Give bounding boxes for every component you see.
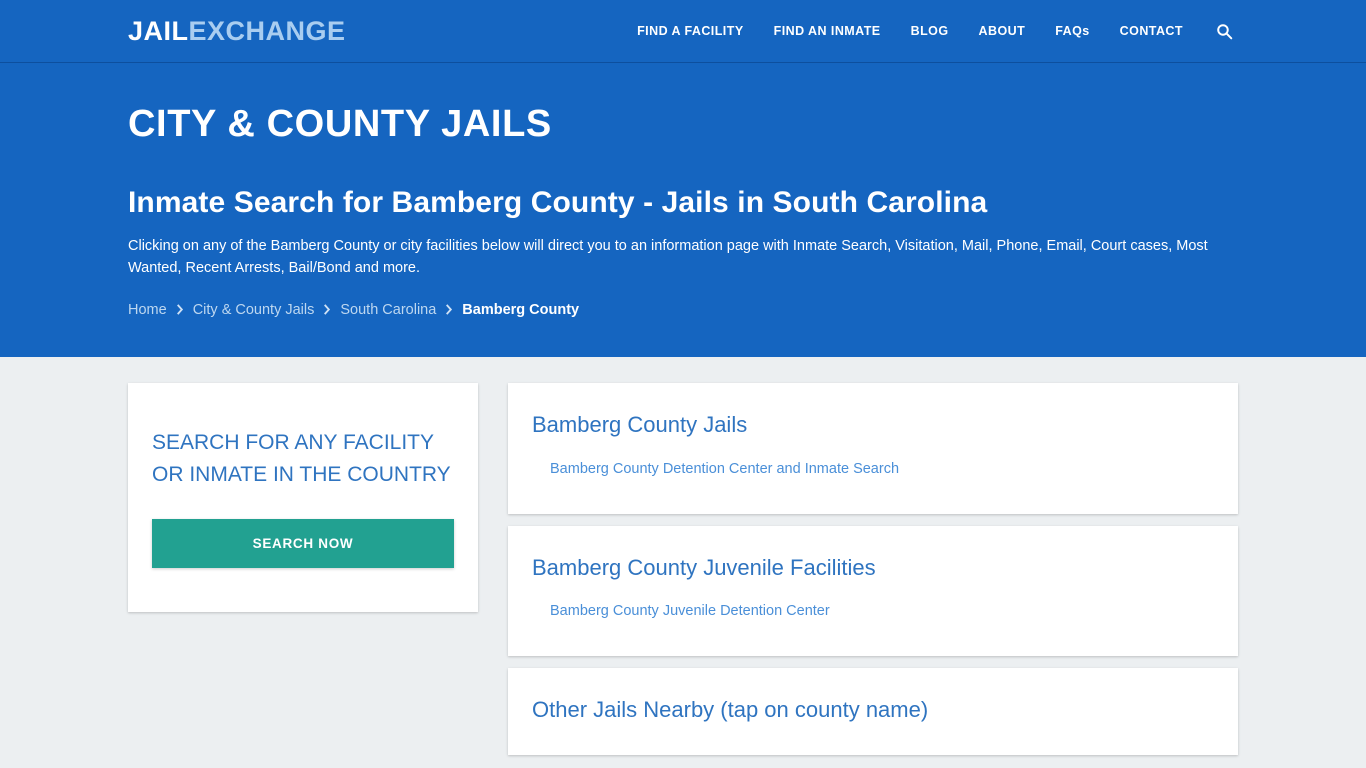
nav-item-contact[interactable]: CONTACT: [1105, 0, 1198, 63]
facility-card-juvenile: Bamberg County Juvenile Facilities Bambe…: [508, 525, 1238, 657]
nav-item-find-an-inmate[interactable]: FIND AN INMATE: [759, 0, 896, 63]
list-item: Bamberg County Juvenile Detention Center: [550, 602, 1214, 620]
site-header: JAILEXCHANGE FIND A FACILITY FIND AN INM…: [0, 0, 1366, 63]
main-navigation: FIND A FACILITY FIND AN INMATE BLOG ABOU…: [622, 0, 1238, 63]
logo-text-jail: JAIL: [128, 16, 189, 46]
facility-list: Bamberg County Jails Bamberg County Dete…: [508, 383, 1238, 755]
search-now-button[interactable]: SEARCH NOW: [152, 518, 454, 568]
facility-card-nearby: Other Jails Nearby (tap on county name): [508, 668, 1238, 755]
facility-card-title: Other Jails Nearby (tap on county name): [532, 697, 929, 723]
search-toggle-button[interactable]: [1198, 23, 1238, 40]
facility-link[interactable]: Bamberg County Detention Center and Inma…: [550, 461, 899, 477]
breadcrumb: Home City & County Jails South Carolina …: [128, 302, 1238, 318]
nav-item-find-a-facility[interactable]: FIND A FACILITY: [622, 0, 759, 63]
facility-card-jails: Bamberg County Jails Bamberg County Dete…: [508, 383, 1238, 514]
facility-link-list: Bamberg County Juvenile Detention Center: [532, 602, 1214, 620]
main-content: SEARCH FOR ANY FACILITY OR INMATE IN THE…: [0, 357, 1366, 755]
logo-text-exchange: EXCHANGE: [188, 16, 346, 46]
breadcrumb-item-current: Bamberg County: [462, 301, 580, 318]
hero-kicker: CITY & COUNTY JAILS: [128, 103, 552, 145]
facility-link[interactable]: Bamberg County Juvenile Detention Center: [550, 603, 830, 619]
nav-item-about[interactable]: ABOUT: [964, 0, 1041, 63]
search-cta-title: SEARCH FOR ANY FACILITY OR INMATE IN THE…: [152, 431, 451, 486]
search-cta-card: SEARCH FOR ANY FACILITY OR INMATE IN THE…: [128, 383, 478, 612]
site-logo[interactable]: JAILEXCHANGE: [128, 18, 346, 45]
page-description: Clicking on any of the Bamberg County or…: [128, 237, 1208, 277]
search-icon: [1216, 23, 1233, 40]
chevron-right-icon: [176, 304, 184, 315]
page-title: Inmate Search for Bamberg County - Jails…: [128, 185, 988, 219]
breadcrumb-item-city-county-jails[interactable]: City & County Jails: [193, 302, 315, 318]
breadcrumb-item-home[interactable]: Home: [128, 302, 167, 318]
facility-card-title: Bamberg County Juvenile Facilities: [532, 554, 876, 580]
sidebar: SEARCH FOR ANY FACILITY OR INMATE IN THE…: [128, 383, 478, 612]
page-hero: CITY & COUNTY JAILS Inmate Search for Ba…: [0, 63, 1366, 357]
nav-item-faqs[interactable]: FAQs: [1040, 0, 1104, 63]
chevron-right-icon: [445, 304, 453, 315]
nav-item-blog[interactable]: BLOG: [896, 0, 964, 63]
breadcrumb-item-south-carolina[interactable]: South Carolina: [340, 302, 436, 318]
facility-card-title: Bamberg County Jails: [532, 412, 748, 437]
list-item: Bamberg County Detention Center and Inma…: [550, 460, 1214, 478]
chevron-right-icon: [323, 304, 331, 315]
facility-link-list: Bamberg County Detention Center and Inma…: [532, 460, 1214, 478]
